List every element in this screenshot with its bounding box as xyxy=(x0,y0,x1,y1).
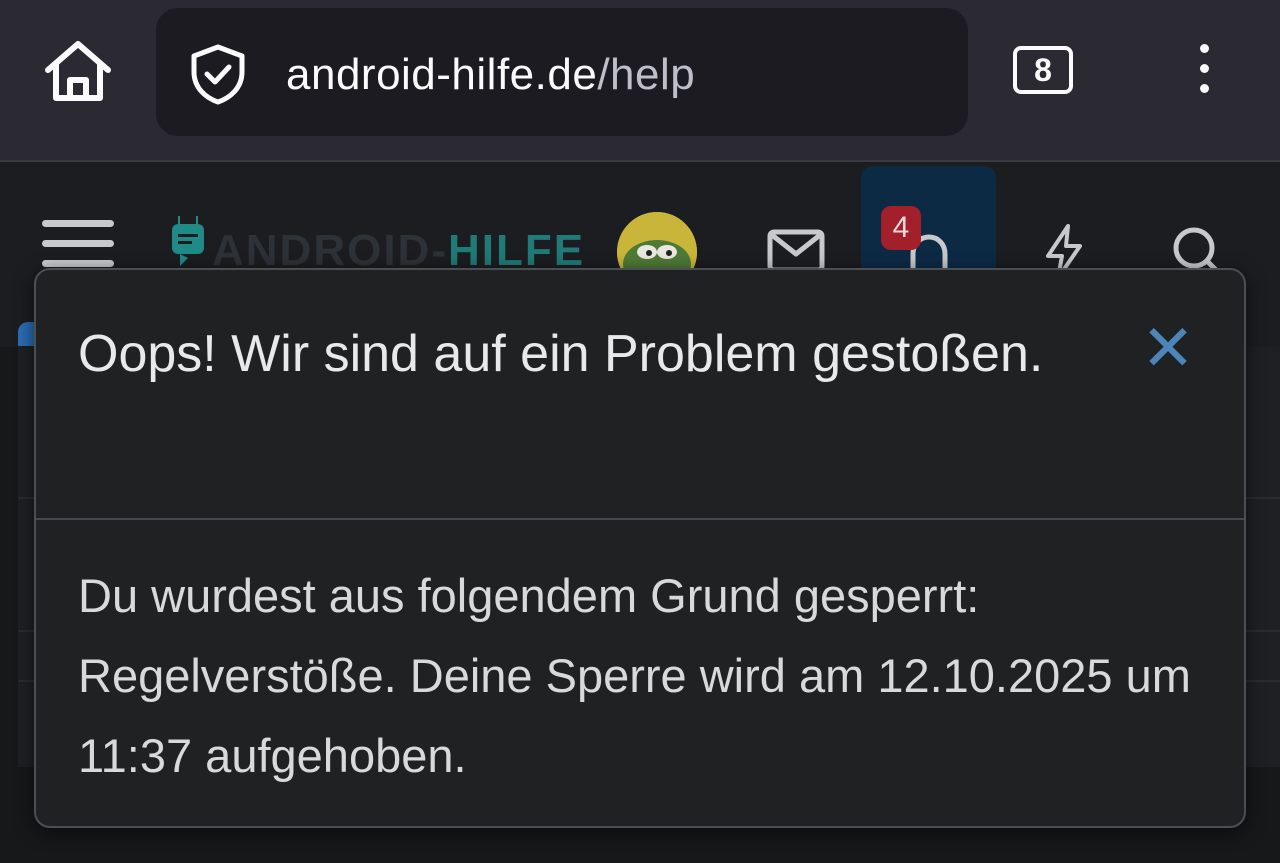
browser-toolbar: android-hilfe.de/help 8 xyxy=(0,0,1280,162)
shield-check-icon[interactable] xyxy=(186,42,250,106)
dialog-title: Oops! Wir sind auf ein Problem gestoßen. xyxy=(78,325,1044,383)
url-domain: android-hilfe.de xyxy=(286,50,598,99)
home-icon[interactable] xyxy=(40,36,116,106)
close-icon[interactable]: ✕ xyxy=(1140,316,1196,380)
url-text[interactable]: android-hilfe.de/help xyxy=(286,50,695,100)
tabs-counter-button[interactable]: 8 xyxy=(1013,46,1073,94)
url-path: /help xyxy=(597,50,696,99)
hamburger-icon[interactable] xyxy=(42,220,114,270)
error-dialog: Oops! Wir sind auf ein Problem gestoßen.… xyxy=(34,268,1246,828)
address-bar[interactable]: android-hilfe.de/help xyxy=(156,8,968,136)
dialog-message: Du wurdest aus folgendem Grund gesperrt:… xyxy=(78,569,1191,782)
dialog-header: Oops! Wir sind auf ein Problem gestoßen.… xyxy=(36,270,1244,520)
kebab-menu-icon[interactable] xyxy=(1186,44,1222,100)
site-logo[interactable]: ANDROID-HILFE xyxy=(170,214,583,275)
notification-badge: 4 xyxy=(881,206,921,250)
android-robot-icon xyxy=(170,214,206,270)
